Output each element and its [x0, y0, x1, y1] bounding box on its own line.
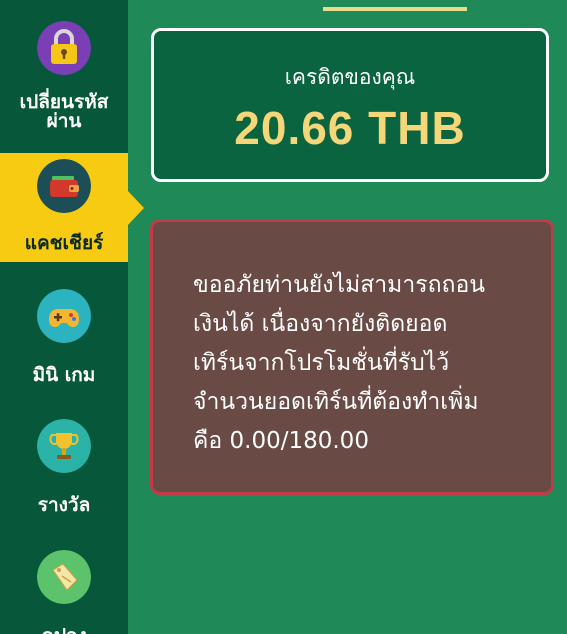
sidebar-item-mini-game[interactable]: มินิ เกม — [0, 280, 128, 395]
tab-indicator — [323, 7, 467, 11]
cashier-screen: เปลี่ยนรหัส ผ่าน แคชเชียร์ มินิ เกม รางว… — [0, 0, 567, 634]
wallet-icon — [37, 159, 91, 213]
sidebar-item-label: คูปอง — [0, 626, 128, 634]
sidebar: เปลี่ยนรหัส ผ่าน แคชเชียร์ มินิ เกม รางว… — [0, 0, 144, 634]
padlock-icon — [37, 21, 91, 75]
trophy-icon — [37, 419, 91, 473]
sidebar-item-change-password[interactable]: เปลี่ยนรหัส ผ่าน — [0, 0, 128, 140]
sidebar-item-label: รางวัล — [37, 494, 91, 516]
sidebar-item-label: เปลี่ยนรหัส ผ่าน — [19, 91, 109, 132]
sidebar-item-cashier[interactable]: แคชเชียร์ — [0, 153, 128, 262]
withdraw-warning-message: ขออภัยท่านยังไม่สามารถถอน เงินได้ เนื่อง… — [193, 272, 485, 454]
sidebar-item-label: มินิ เกม — [32, 364, 96, 386]
credit-balance-card: เครดิตของคุณ 20.66 THB — [151, 28, 549, 182]
withdraw-warning-card: ขออภัยท่านยังไม่สามารถถอน เงินได้ เนื่อง… — [150, 219, 554, 495]
gamepad-icon — [37, 289, 91, 343]
active-indicator-arrow — [128, 191, 144, 225]
sidebar-item-rewards[interactable]: รางวัล — [0, 410, 128, 525]
sidebar-item-label: แคชเชียร์ — [24, 232, 104, 254]
credit-label: เครดิตของคุณ — [284, 65, 416, 89]
coupon-tag-icon — [37, 550, 91, 604]
sidebar-item-coupon[interactable]: คูปอง — [0, 540, 128, 634]
credit-value: 20.66 THB — [234, 102, 466, 154]
